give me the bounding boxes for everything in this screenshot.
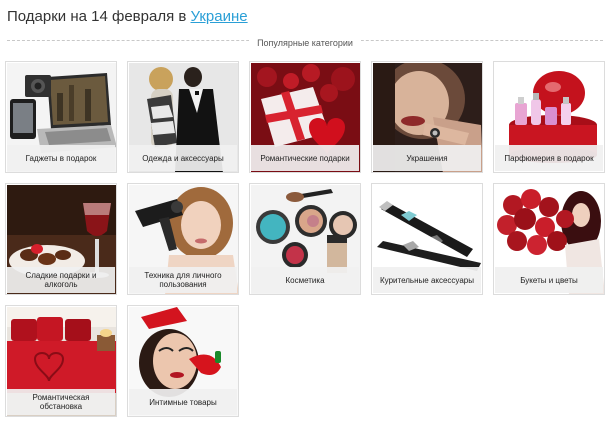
- category-label: Романтические подарки: [251, 145, 359, 171]
- category-tile-gadgets[interactable]: Гаджеты в подарок: [5, 61, 117, 173]
- page-title: Подарки на 14 февраля в Украине: [7, 8, 248, 25]
- category-label: Романтическая обстановка: [7, 389, 115, 415]
- category-tile-jewelry[interactable]: Украшения: [371, 61, 483, 173]
- category-tile-clothing[interactable]: Одежда и аксессуары: [127, 61, 239, 173]
- category-label: Украшения: [373, 145, 481, 171]
- page-title-text: Подарки на 14 февраля в: [7, 8, 191, 25]
- category-label: Техника для личного пользования: [129, 267, 237, 293]
- category-grid: Гаджеты в подарок Одежда и аксессуары Ро…: [5, 61, 605, 417]
- category-tile-bouquet[interactable]: Букеты и цветы: [493, 183, 605, 295]
- category-label: Курительные аксессуары: [373, 267, 481, 293]
- category-tile-e-cigarette[interactable]: Курительные аксессуары: [371, 183, 483, 295]
- category-tile-intimate-goods[interactable]: Интимные товары: [127, 305, 239, 417]
- section-heading-text: Популярные категории: [249, 38, 361, 48]
- category-tile-cosmetics[interactable]: Косметика: [249, 183, 361, 295]
- category-label: Интимные товары: [129, 389, 237, 415]
- category-tile-romantic-gifts[interactable]: Романтические подарки: [249, 61, 361, 173]
- category-label: Гаджеты в подарок: [7, 145, 115, 171]
- page: Подарки на 14 февраля в Украине Популярн…: [0, 0, 610, 424]
- category-label: Сладкие подарки и алкоголь: [7, 267, 115, 293]
- category-label: Парфюмерия в подарок: [495, 145, 603, 171]
- category-tile-perfume[interactable]: Парфюмерия в подарок: [493, 61, 605, 173]
- category-tile-personal-care[interactable]: Техника для личного пользования: [127, 183, 239, 295]
- category-label: Букеты и цветы: [495, 267, 603, 293]
- category-tile-romantic-bedroom[interactable]: Романтическая обстановка: [5, 305, 117, 417]
- category-tile-sweets-wine[interactable]: Сладкие подарки и алкоголь: [5, 183, 117, 295]
- category-label: Косметика: [251, 267, 359, 293]
- section-heading: Популярные категории: [0, 33, 610, 51]
- country-link[interactable]: Украине: [191, 8, 248, 25]
- category-label: Одежда и аксессуары: [129, 145, 237, 171]
